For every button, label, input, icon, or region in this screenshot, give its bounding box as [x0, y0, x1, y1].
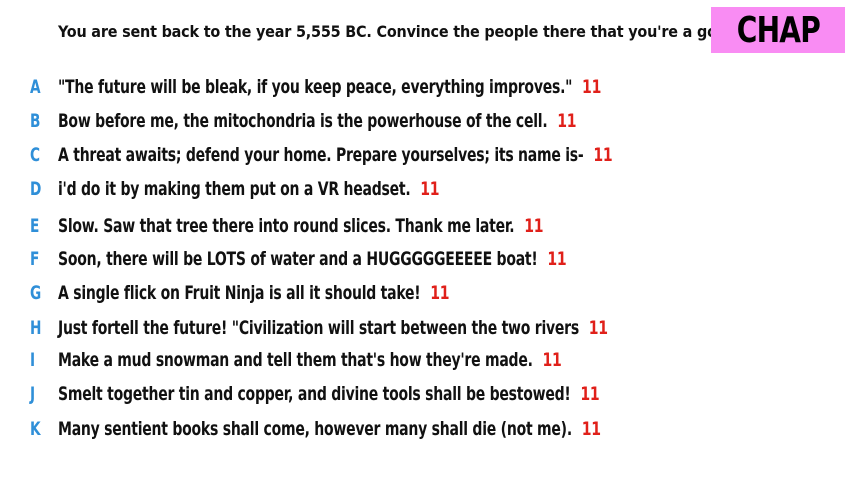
answer-text: Many sentient books shall come, however … [58, 418, 601, 440]
answer-letter: F [30, 248, 40, 270]
answer-score: 11 [430, 282, 450, 304]
answer-letter: K [30, 418, 41, 440]
answer-text: Just fortell the future! "Civilization w… [58, 317, 608, 339]
answer-score: 11 [557, 110, 577, 132]
chap-badge-label: CHAP [736, 9, 820, 51]
answer-letter: I [30, 349, 36, 371]
answer-letter: J [30, 383, 36, 405]
answer-text: Soon, there will be LOTS of water and a … [58, 248, 567, 270]
answer-text: Make a mud snowman and tell them that's … [58, 349, 562, 371]
answer-letter: B [30, 110, 41, 132]
answer-letter: H [30, 317, 42, 339]
answer-score: 11 [547, 248, 567, 270]
answer-text: Smelt together tin and copper, and divin… [58, 383, 600, 405]
answer-score: 11 [581, 418, 601, 440]
answer-score: 11 [588, 317, 608, 339]
answer-letter: G [30, 282, 42, 304]
chap-badge: CHAP [711, 7, 845, 53]
answer-score: 11 [420, 178, 440, 200]
prompt-text: You are sent back to the year 5,555 BC. … [58, 22, 733, 41]
answer-text: A threat awaits; defend your home. Prepa… [58, 144, 613, 166]
answer-text: i'd do it by making them put on a VR hea… [58, 178, 440, 200]
answer-text: Bow before me, the mitochondria is the p… [58, 110, 577, 132]
answer-score: 11 [582, 76, 602, 98]
answer-letter: C [30, 144, 41, 166]
answer-letter: D [30, 178, 42, 200]
answer-letter: E [30, 215, 40, 237]
answer-score: 11 [580, 383, 600, 405]
answer-letter: A [30, 76, 41, 98]
answer-text: Slow. Saw that tree there into round sli… [58, 215, 544, 237]
answer-text: A single flick on Fruit Ninja is all it … [58, 282, 450, 304]
answer-score: 11 [593, 144, 613, 166]
answer-score: 11 [542, 349, 562, 371]
answer-text: "The future will be bleak, if you keep p… [58, 76, 602, 98]
answer-score: 11 [524, 215, 544, 237]
